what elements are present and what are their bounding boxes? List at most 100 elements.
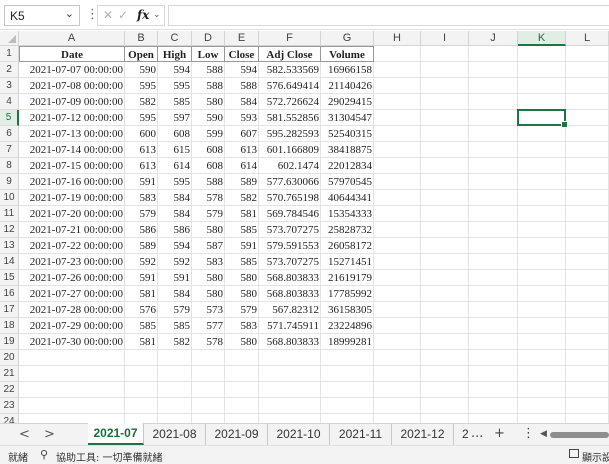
data-cell[interactable]: 576 xyxy=(125,302,158,318)
data-cell[interactable]: 597 xyxy=(158,110,192,126)
column-header-g[interactable]: G xyxy=(321,31,374,46)
row-header-9[interactable]: 9 xyxy=(0,174,19,190)
data-cell[interactable]: 579.591553 xyxy=(259,238,321,254)
data-cell[interactable]: 579 xyxy=(125,206,158,222)
data-cell[interactable]: 599 xyxy=(192,126,225,142)
row-header-18[interactable]: 18 xyxy=(0,318,19,334)
data-cell[interactable]: 2021-07-13 00:00:00 xyxy=(19,126,125,142)
row-header-7[interactable]: 7 xyxy=(0,142,19,158)
data-cell[interactable]: 2021-07-19 00:00:00 xyxy=(19,190,125,206)
data-cell[interactable]: 582 xyxy=(225,190,259,206)
data-cell[interactable]: 576.649414 xyxy=(259,78,321,94)
data-cell[interactable]: 571.745911 xyxy=(259,318,321,334)
data-cell[interactable]: 593 xyxy=(225,110,259,126)
data-cell[interactable]: 590 xyxy=(192,110,225,126)
row-header-1[interactable]: 1 xyxy=(0,46,19,62)
display-settings[interactable]: 顯示設 xyxy=(582,449,609,464)
data-cell[interactable]: 568.803833 xyxy=(259,286,321,302)
chevron-down-icon[interactable]: ⌄ xyxy=(65,7,74,20)
cancel-icon[interactable]: ✕ xyxy=(103,8,113,22)
data-cell[interactable]: 584 xyxy=(158,190,192,206)
data-cell[interactable]: 2021-07-27 00:00:00 xyxy=(19,286,125,302)
data-cell[interactable]: 585 xyxy=(125,318,158,334)
data-cell[interactable]: 595 xyxy=(125,110,158,126)
data-cell[interactable]: 615 xyxy=(158,142,192,158)
data-cell[interactable]: 583 xyxy=(225,318,259,334)
data-cell[interactable]: 22012834 xyxy=(321,158,374,174)
data-cell[interactable]: 613 xyxy=(125,142,158,158)
header-cell[interactable]: Date xyxy=(19,46,125,62)
display-settings-icon[interactable] xyxy=(569,449,579,458)
scroll-left-icon[interactable]: ◀ xyxy=(540,429,547,439)
data-cell[interactable]: 586 xyxy=(125,222,158,238)
row-header-21[interactable]: 21 xyxy=(0,366,19,382)
data-cell[interactable]: 589 xyxy=(125,238,158,254)
data-cell[interactable]: 23224896 xyxy=(321,318,374,334)
row-header-16[interactable]: 16 xyxy=(0,286,19,302)
row-header-15[interactable]: 15 xyxy=(0,270,19,286)
data-cell[interactable]: 2021-07-30 00:00:00 xyxy=(19,334,125,350)
data-cell[interactable]: 2021-07-09 00:00:00 xyxy=(19,94,125,110)
data-cell[interactable]: 594 xyxy=(225,62,259,78)
data-cell[interactable]: 2021-07-26 00:00:00 xyxy=(19,270,125,286)
data-cell[interactable]: 580 xyxy=(225,286,259,302)
data-cell[interactable]: 2021-07-29 00:00:00 xyxy=(19,318,125,334)
data-cell[interactable]: 582.533569 xyxy=(259,62,321,78)
sheet-tab-2021-12[interactable]: 2021-12 xyxy=(392,424,454,445)
data-cell[interactable]: 579 xyxy=(158,302,192,318)
row-header-13[interactable]: 13 xyxy=(0,238,19,254)
header-cell[interactable]: Open xyxy=(125,46,158,62)
data-cell[interactable]: 2021-07-16 00:00:00 xyxy=(19,174,125,190)
column-header-e[interactable]: E xyxy=(225,31,259,46)
row-header-20[interactable]: 20 xyxy=(0,350,19,366)
column-header-i[interactable]: I xyxy=(421,31,469,46)
data-cell[interactable]: 573 xyxy=(192,302,225,318)
data-cell[interactable]: 580 xyxy=(225,334,259,350)
data-cell[interactable]: 580 xyxy=(192,270,225,286)
scrollbar-thumb[interactable] xyxy=(550,432,609,438)
accessibility-icon[interactable]: ⚲ xyxy=(40,448,48,461)
data-cell[interactable]: 568.803833 xyxy=(259,270,321,286)
data-cell[interactable]: 26058172 xyxy=(321,238,374,254)
data-cell[interactable]: 602.1474 xyxy=(259,158,321,174)
data-cell[interactable]: 608 xyxy=(192,142,225,158)
data-cell[interactable]: 21140426 xyxy=(321,78,374,94)
sheet-tab-2021-08[interactable]: 2021-08 xyxy=(144,424,206,445)
data-cell[interactable]: 590 xyxy=(125,62,158,78)
row-header-10[interactable]: 10 xyxy=(0,190,19,206)
data-cell[interactable]: 36158305 xyxy=(321,302,374,318)
data-cell[interactable]: 568.803833 xyxy=(259,334,321,350)
header-cell[interactable]: Low xyxy=(192,46,225,62)
data-cell[interactable]: 2021-07-22 00:00:00 xyxy=(19,238,125,254)
data-cell[interactable]: 580 xyxy=(192,286,225,302)
data-cell[interactable]: 588 xyxy=(192,78,225,94)
data-cell[interactable]: 31304547 xyxy=(321,110,374,126)
column-header-c[interactable]: C xyxy=(158,31,192,46)
more-sheets-button[interactable]: ... xyxy=(471,426,483,441)
row-header-5[interactable]: 5 xyxy=(0,110,19,126)
data-cell[interactable]: 591 xyxy=(125,174,158,190)
data-cell[interactable]: 577.630066 xyxy=(259,174,321,190)
data-cell[interactable]: 592 xyxy=(158,254,192,270)
data-cell[interactable]: 608 xyxy=(158,126,192,142)
data-cell[interactable]: 588 xyxy=(192,174,225,190)
data-cell[interactable]: 40644341 xyxy=(321,190,374,206)
data-cell[interactable]: 570.765198 xyxy=(259,190,321,206)
data-cell[interactable]: 588 xyxy=(192,62,225,78)
row-header-2[interactable]: 2 xyxy=(0,62,19,78)
data-cell[interactable]: 581 xyxy=(125,286,158,302)
row-header-22[interactable]: 22 xyxy=(0,382,19,398)
sheet-tab-partial[interactable]: 2 xyxy=(462,424,468,445)
data-cell[interactable]: 614 xyxy=(158,158,192,174)
data-cell[interactable]: 583 xyxy=(125,190,158,206)
data-cell[interactable]: 2021-07-08 00:00:00 xyxy=(19,78,125,94)
data-cell[interactable]: 600 xyxy=(125,126,158,142)
data-cell[interactable]: 585 xyxy=(225,222,259,238)
data-cell[interactable]: 2021-07-21 00:00:00 xyxy=(19,222,125,238)
data-cell[interactable]: 613 xyxy=(125,158,158,174)
select-all-button[interactable] xyxy=(0,31,19,46)
data-cell[interactable]: 601.166809 xyxy=(259,142,321,158)
data-cell[interactable]: 577 xyxy=(192,318,225,334)
data-cell[interactable]: 586 xyxy=(158,222,192,238)
data-cell[interactable]: 2021-07-20 00:00:00 xyxy=(19,206,125,222)
